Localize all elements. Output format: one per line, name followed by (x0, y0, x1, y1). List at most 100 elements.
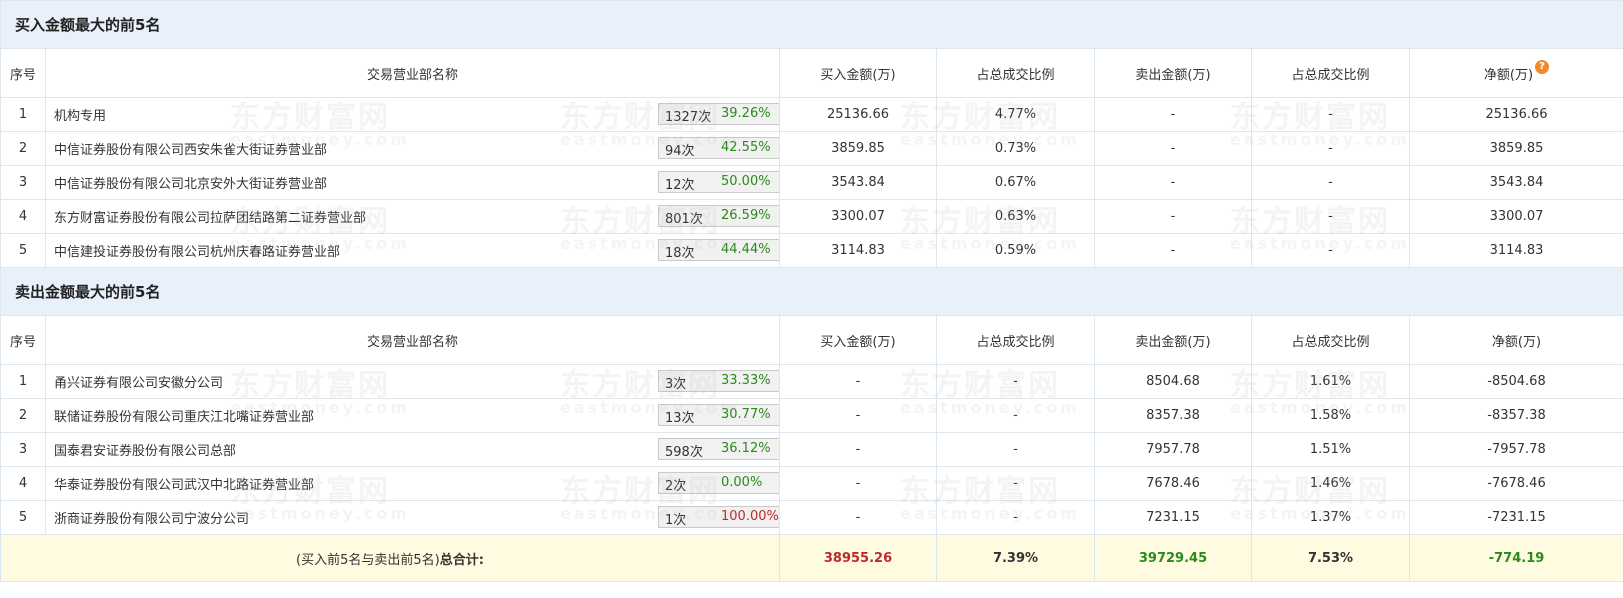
win-rate: 42.55% (721, 140, 771, 155)
table-row: 3 中信证券股份有限公司北京安外大街证券营业部 12次 50.00% 3543.84 0.… (0, 165, 1623, 200)
total-label-prefix: (买入前5名与卖出前5名) (296, 552, 440, 568)
dragon-tiger-table: 买入金额最大的前5名 序号 交易营业部名称 买入金额(万) 占总成交比例 卖出金… (0, 0, 1623, 582)
trade-count: 94次 (665, 144, 695, 159)
cell-buy-ratio: 0.73% (936, 131, 1095, 166)
cell-buy-ratio: - (936, 466, 1095, 501)
broker-stat-box[interactable]: 1次 100.00% (658, 506, 779, 528)
cell-buy: 3859.85 (779, 131, 937, 166)
cell-buy: - (779, 432, 937, 467)
table-row: 1甬兴证券有限公司安徽分公司3次33.33%?--8504.681.61%-85… (0, 364, 1623, 399)
cell-sell: - (1094, 97, 1252, 132)
broker-stat-box[interactable]: 18次 44.44% (658, 239, 779, 261)
trade-count: 1次 (665, 513, 687, 528)
cell-buy: - (779, 364, 937, 399)
table-row: 2 中信证券股份有限公司西安朱雀大街证券营业部 94次 42.55% 3859.85 0.… (0, 131, 1623, 166)
col-buy-ratio: 占总成交比例 (936, 48, 1095, 98)
cell-seq: 3 (0, 165, 46, 200)
broker-stat-box[interactable]: 2次 0.00% (658, 472, 779, 494)
broker-stat-box[interactable]: 801次 26.59% (658, 205, 779, 227)
broker-stat-box[interactable]: 12次 50.00% (658, 171, 779, 193)
broker-name-link[interactable]: 东方财富证券股份有限公司拉萨团结路第二证券营业部 (47, 211, 366, 226)
cell-sell-ratio: 1.51% (1251, 432, 1410, 467)
cell-name: 中信证券股份有限公司北京安外大街证券营业部 12次 50.00% (45, 165, 780, 200)
cell-sell-ratio: 1.46% (1251, 466, 1410, 501)
broker-stat-box[interactable]: 598次 36.12% (658, 438, 779, 460)
broker-stat-box[interactable]: 13次 30.77% (658, 404, 779, 426)
sell-section-header: 卖出金额最大的前5名 (0, 267, 1623, 316)
trade-count: 598次 (665, 445, 703, 460)
cell-net: -7957.78 (1409, 432, 1623, 467)
col-name: 交易营业部名称 (45, 315, 780, 365)
broker-name-link[interactable]: 联储证券股份有限公司重庆江北嘴证券营业部 (47, 410, 314, 425)
broker-name-link[interactable]: 机构专用 (47, 109, 106, 124)
cell-net: -8504.68 (1409, 364, 1623, 399)
buy-section-header: 买入金额最大的前5名 (0, 0, 1623, 49)
broker-name-link[interactable]: 国泰君安证券股份有限公司总部 (47, 444, 236, 459)
cell-sell-ratio: 1.37% (1251, 500, 1410, 535)
broker-name-link[interactable]: 华泰证券股份有限公司武汉中北路证券营业部 (47, 478, 314, 493)
col-net-label: 净额(万) (1483, 67, 1534, 83)
cell-sell-ratio: 1.61% (1251, 364, 1410, 399)
cell-buy-ratio: - (936, 398, 1095, 433)
broker-name-link[interactable]: 中信建投证券股份有限公司杭州庆春路证券营业部 (47, 245, 340, 260)
col-buy: 买入金额(万) (779, 48, 937, 98)
total-sell: 39729.45 (1094, 534, 1252, 582)
col-net: 净额(万) (1409, 315, 1623, 365)
cell-net: 3300.07 (1409, 199, 1623, 234)
cell-sell-ratio: - (1251, 131, 1410, 166)
total-net: -774.19 (1409, 534, 1623, 582)
win-rate: 50.00% (721, 174, 771, 189)
col-buy: 买入金额(万) (779, 315, 937, 365)
total-sell-ratio: 7.53% (1251, 534, 1410, 582)
cell-buy: 3543.84 (779, 165, 937, 200)
cell-net: 3543.84 (1409, 165, 1623, 200)
cell-buy-ratio: 4.77% (936, 97, 1095, 132)
cell-seq: 3 (0, 432, 46, 467)
table-row: 4 东方财富证券股份有限公司拉萨团结路第二证券营业部 801次 26.59% 3300.… (0, 199, 1623, 234)
cell-sell-ratio: - (1251, 199, 1410, 234)
broker-name-link[interactable]: 甬兴证券有限公司安徽分公司 (47, 376, 223, 391)
total-buy-ratio: 7.39% (936, 534, 1095, 582)
cell-name: 机构专用 1327次39.26%? (45, 97, 780, 132)
cell-name: 浙商证券股份有限公司宁波分公司 1次 100.00% (45, 500, 780, 535)
total-label-bold: 总合计: (439, 552, 484, 568)
cell-sell: 7678.46 (1094, 466, 1252, 501)
broker-name-link[interactable]: 浙商证券股份有限公司宁波分公司 (47, 512, 249, 527)
cell-net: -8357.38 (1409, 398, 1623, 433)
cell-sell: 8357.38 (1094, 398, 1252, 433)
col-sell: 卖出金额(万) (1094, 315, 1252, 365)
cell-buy: 3300.07 (779, 199, 937, 234)
col-net: 净额(万)? (1409, 48, 1623, 98)
col-seq: 序号 (0, 315, 46, 365)
cell-net: 3859.85 (1409, 131, 1623, 166)
cell-buy-ratio: 0.63% (936, 199, 1095, 234)
table-row: 3 国泰君安证券股份有限公司总部 598次 36.12% - -7957.78 1.51% -… (0, 432, 1623, 467)
win-rate: 33.33% (721, 373, 771, 388)
net-help-icon[interactable]: ? (1535, 59, 1550, 74)
cell-buy-ratio: - (936, 500, 1095, 535)
win-rate: 39.26% (721, 106, 771, 121)
cell-buy-ratio: 0.67% (936, 165, 1095, 200)
cell-seq: 1 (0, 364, 46, 399)
broker-stat-box[interactable]: 94次 42.55% (658, 137, 779, 159)
buy-column-header: 序号 交易营业部名称 买入金额(万) 占总成交比例 卖出金额(万) 占总成交比例… (0, 48, 1623, 98)
col-sell-ratio: 占总成交比例 (1251, 315, 1410, 365)
broker-name-link[interactable]: 中信证券股份有限公司西安朱雀大街证券营业部 (47, 143, 327, 158)
cell-name: 东方财富证券股份有限公司拉萨团结路第二证券营业部 801次 26.59% (45, 199, 780, 234)
cell-sell-ratio: 1.58% (1251, 398, 1410, 433)
trade-count: 18次 (665, 246, 695, 261)
sell-section-title: 卖出金额最大的前5名 (0, 267, 1623, 316)
trade-count: 3次 (665, 377, 687, 392)
broker-stat-box[interactable]: 1327次39.26%? (658, 103, 779, 125)
win-rate: 30.77% (721, 407, 771, 422)
broker-name-link[interactable]: 中信证券股份有限公司北京安外大街证券营业部 (47, 177, 327, 192)
cell-buy: - (779, 500, 937, 535)
broker-stat-box[interactable]: 3次33.33%? (658, 370, 779, 392)
total-row: (买入前5名与卖出前5名)总合计: 38955.26 7.39% 39729.4… (0, 534, 1623, 582)
table-row: 4 华泰证券股份有限公司武汉中北路证券营业部 2次 0.00% - -7678.46 1.4… (0, 466, 1623, 501)
cell-buy: - (779, 466, 937, 501)
cell-seq: 5 (0, 500, 46, 535)
table-row: 5 中信建投证券股份有限公司杭州庆春路证券营业部 18次 44.44% 3114.83 0… (0, 233, 1623, 268)
cell-net: 3114.83 (1409, 233, 1623, 268)
cell-name: 华泰证券股份有限公司武汉中北路证券营业部 2次 0.00% (45, 466, 780, 501)
